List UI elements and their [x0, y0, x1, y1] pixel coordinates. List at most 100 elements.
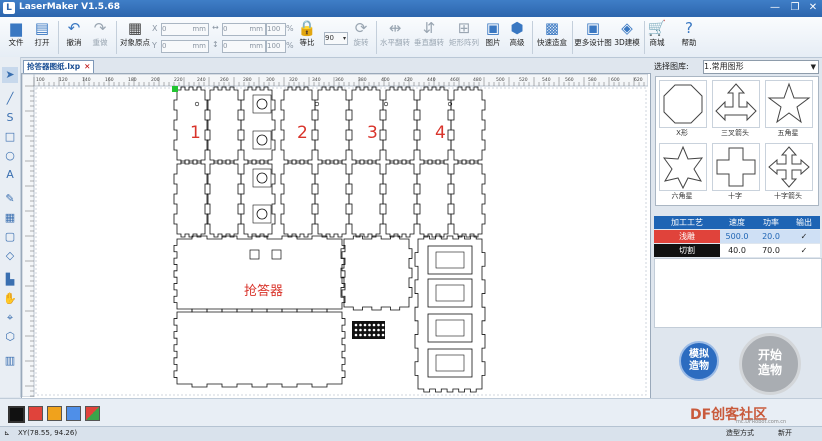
ruler-label: 120 — [59, 77, 68, 83]
align-origin-button[interactable]: ▦ 对象原点 — [118, 19, 152, 48]
right-panel: 选择图库: 1.常用图形 ▼ X形 三叉箭头 五角星 六角星 十字 十字箭头 加工… — [651, 58, 822, 398]
canvas-drawing[interactable]: 100 120 140 160 180 200 220 240 260 280 300 320 340 3… — [22, 74, 648, 397]
shape-five-star[interactable] — [765, 80, 813, 128]
color-swatch-multi[interactable] — [85, 406, 100, 421]
drill-hole — [194, 101, 200, 107]
box-panel — [206, 86, 242, 164]
image-button[interactable]: ▣ 图片 — [482, 19, 504, 48]
x-field[interactable]: 0 mm — [161, 23, 209, 36]
grille-hole — [372, 328, 376, 332]
grille-hole — [377, 323, 380, 327]
advanced-button[interactable]: ⬢ 高级 — [506, 19, 528, 48]
open-button[interactable]: ▤ 打开 — [30, 19, 54, 48]
ruler-label: 560 — [565, 77, 574, 83]
box-panel — [280, 160, 316, 238]
maximize-button[interactable]: ❐ — [786, 1, 804, 15]
color-swatch-black[interactable] — [8, 406, 25, 423]
text-tool-icon[interactable]: A — [2, 167, 18, 183]
socket — [427, 313, 473, 343]
height-percent-field[interactable]: 100 — [266, 40, 286, 53]
shape-x[interactable] — [659, 80, 707, 128]
color-swatch-blue[interactable] — [66, 406, 81, 421]
grid-tool-icon[interactable]: ▦ — [2, 210, 18, 226]
shape-cross[interactable] — [712, 143, 760, 191]
ruler-label: 180 — [128, 77, 137, 83]
process-row-engrave[interactable]: 浅雕 500.0 20.0 ✓ — [654, 230, 820, 243]
ruler-label: 420 — [404, 77, 413, 83]
height-field[interactable]: 0 mm — [222, 40, 266, 53]
document-tab[interactable]: 抢答器图纸.lxp ✕ — [23, 60, 95, 73]
width-field[interactable]: 0 mm — [222, 23, 266, 36]
ellipse-tool-icon[interactable]: ○ — [2, 148, 18, 164]
left-ruler — [22, 74, 35, 397]
file-button[interactable]: ▆ 文件 — [4, 19, 28, 48]
eraser-tool-icon[interactable]: ◇ — [2, 248, 18, 264]
output-checkbox[interactable]: ✓ — [788, 230, 820, 243]
hflip-button[interactable]: ⇹ 水平翻转 — [378, 19, 412, 48]
group-number: 3 — [367, 123, 378, 143]
angle-select[interactable]: 90 ▾ — [324, 32, 348, 45]
simulate-button[interactable]: 模拟 造物 — [679, 341, 719, 381]
shape-cross-arrow[interactable] — [765, 143, 813, 191]
array-button[interactable]: ⊞ 矩形阵列 — [447, 19, 481, 48]
select-tool-icon[interactable]: ➤ — [2, 67, 18, 83]
design3d-button[interactable]: ◈ 3D建模 — [612, 19, 642, 48]
box-panel — [240, 86, 276, 164]
shape-three-arrow[interactable] — [712, 80, 760, 128]
hand-tool-icon[interactable]: ✋ — [2, 291, 18, 307]
more-design-button[interactable]: ▣ 更多设计图 — [574, 19, 612, 48]
ruler-label: 360 — [335, 77, 344, 83]
quick-box-button[interactable]: ▩ 快速造盒 — [534, 19, 570, 48]
redo-button[interactable]: ↷ 重做 — [88, 19, 112, 48]
document-area: 抢答器图纸.lxp ✕ 100 120 140 160 180 200 220 240 260 28… — [21, 58, 651, 400]
ruler-label: 440 — [427, 77, 436, 83]
close-tab-icon[interactable]: ✕ — [84, 62, 90, 71]
design-canvas[interactable]: 100 120 140 160 180 200 220 240 260 280 300 320 340 3… — [21, 73, 651, 400]
cross-arrow-icon — [768, 146, 810, 188]
socket — [427, 278, 473, 308]
line-tool-icon[interactable]: ╱ — [2, 91, 18, 107]
ruler-label: 160 — [105, 77, 114, 83]
process-row-cut[interactable]: 切割 40.0 70.0 ✓ — [654, 244, 820, 257]
color-swatch-orange[interactable] — [47, 406, 62, 421]
start-button[interactable]: 开始 造物 — [739, 333, 801, 395]
button-frame — [252, 168, 272, 188]
rotate-icon: ⟳ — [354, 19, 368, 37]
coords-readout: XY(78.55, 94.26) — [18, 429, 78, 437]
frame-tool-icon[interactable]: ▢ — [2, 229, 18, 245]
grille-hole — [354, 328, 358, 332]
toolbox-icon[interactable]: ▥ — [2, 353, 18, 369]
width-percent-field[interactable]: 100 — [266, 23, 286, 36]
pen-tool-icon[interactable]: ✎ — [2, 191, 18, 207]
folder-icon: ▆ — [10, 19, 22, 37]
ruler-label: 600 — [611, 77, 620, 83]
shape-six-star[interactable] — [659, 143, 707, 191]
ratio-lock-button[interactable]: 🔒 等比 — [296, 19, 318, 48]
rotate-button[interactable]: ⟳ 旋转 — [350, 19, 372, 48]
y-field[interactable]: 0 mm — [161, 40, 209, 53]
group-number: 4 — [435, 123, 446, 143]
open-folder-icon: ▤ — [34, 19, 50, 37]
group-number: 1 — [190, 123, 201, 143]
vflip-button[interactable]: ⇵ 垂直翻转 — [412, 19, 446, 48]
color-swatch-red[interactable] — [28, 406, 43, 421]
ruler-label: 380 — [358, 77, 367, 83]
close-button[interactable]: ✕ — [804, 1, 822, 15]
rect-tool-icon[interactable]: □ — [2, 129, 18, 145]
vflip-icon: ⇵ — [422, 19, 436, 37]
minimize-button[interactable]: — — [766, 1, 784, 15]
curve-tool-icon[interactable]: S — [2, 110, 18, 126]
cart-icon: 🛒 — [647, 19, 667, 37]
undo-button[interactable]: ↶ 撤消 — [62, 19, 86, 48]
shop-button[interactable]: 🛒 商城 — [646, 19, 668, 48]
node-tool-icon[interactable]: ⬡ — [2, 329, 18, 345]
output-checkbox[interactable]: ✓ — [788, 244, 820, 257]
mode-status[interactable]: 造型方式 — [726, 427, 754, 440]
measure-tool-icon[interactable]: ⌖ — [2, 310, 18, 326]
process-list-empty — [654, 258, 822, 328]
create-status[interactable]: 新开 — [778, 427, 792, 440]
library-select[interactable]: 1.常用图形 ▼ — [703, 60, 819, 74]
stamp-tool-icon[interactable]: ▙ — [2, 272, 18, 288]
help-button[interactable]: ? 帮助 — [678, 19, 700, 48]
socket-inner — [435, 284, 465, 302]
